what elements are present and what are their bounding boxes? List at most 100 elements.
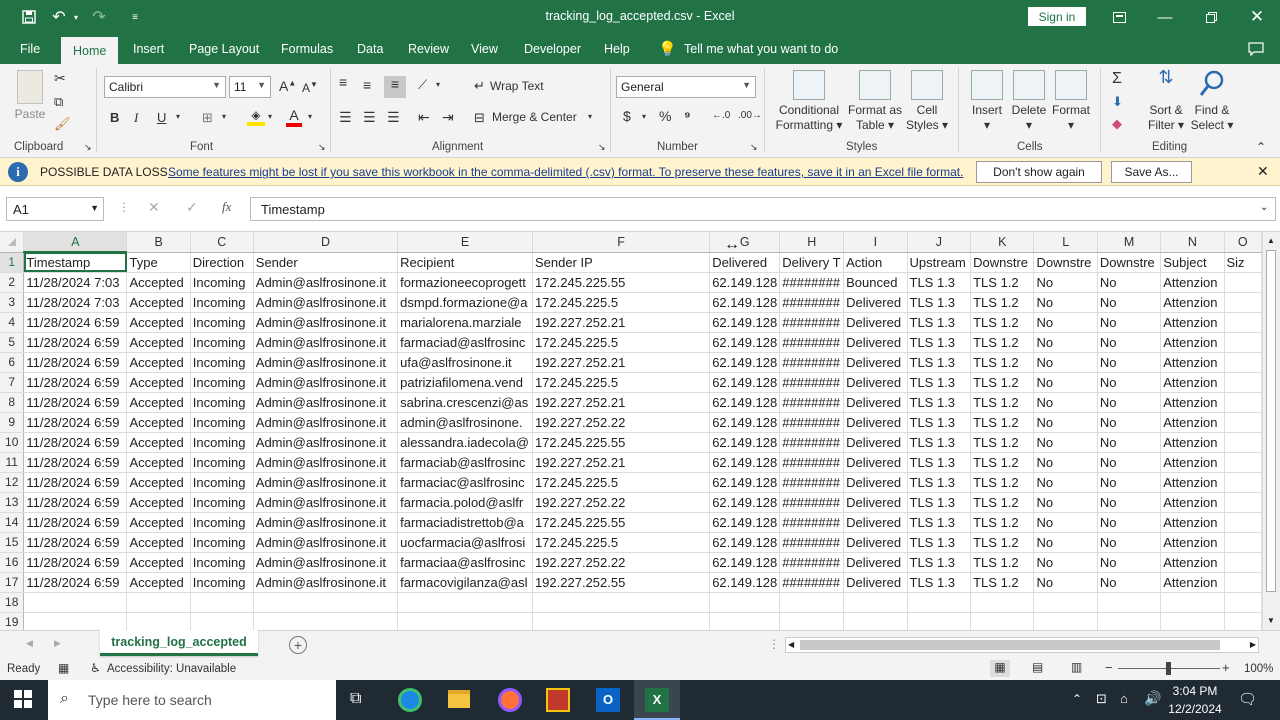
cell-C10[interactable]: Incoming [190, 432, 254, 453]
cell-E11[interactable]: farmaciab@aslfrosinc [397, 452, 533, 473]
horizontal-scrollbar[interactable]: ◀ ▶ [785, 637, 1259, 653]
name-box[interactable]: A1 ▼ [6, 197, 104, 221]
tab-view[interactable]: View [471, 34, 498, 64]
cell-D5[interactable]: Admin@aslfrosinone.it [253, 332, 399, 353]
cell-O9[interactable] [1224, 412, 1262, 433]
cell-N9[interactable]: Attenzion [1160, 412, 1225, 433]
cell-A9[interactable]: 11/28/2024 6:59 [23, 412, 128, 433]
cell-M16[interactable]: No [1097, 552, 1162, 573]
undo-icon[interactable]: ↶ [48, 0, 70, 34]
cell-L11[interactable]: No [1033, 452, 1098, 473]
cell-A16[interactable]: 11/28/2024 6:59 [23, 552, 128, 573]
collapse-ribbon-icon[interactable]: ⌃ [1256, 140, 1266, 154]
copy-icon[interactable]: ⧉ [54, 94, 63, 110]
cell-G13[interactable]: 62.149.128 [709, 492, 781, 513]
cell-G16[interactable]: 62.149.128 [709, 552, 781, 573]
cell-L4[interactable]: No [1033, 312, 1098, 333]
insert-function-icon[interactable]: fx [222, 199, 231, 215]
cell-N10[interactable]: Attenzion [1160, 432, 1225, 453]
save-icon[interactable] [18, 0, 40, 34]
cell-A5[interactable]: 11/28/2024 6:59 [23, 332, 128, 353]
fill-color-icon[interactable]: ◈ [247, 108, 265, 126]
cell-C9[interactable]: Incoming [190, 412, 254, 433]
cell-F7[interactable]: 172.245.225.5 [532, 372, 711, 393]
cell-O17[interactable] [1224, 572, 1262, 593]
row-header[interactable]: 2 [0, 272, 25, 293]
cell-F8[interactable]: 192.227.252.21 [532, 392, 711, 413]
cell-M13[interactable]: No [1097, 492, 1162, 513]
cell-A19[interactable] [23, 612, 128, 630]
cell-B12[interactable]: Accepted [126, 472, 191, 493]
decrease-decimal-icon[interactable]: .00→ [738, 110, 762, 121]
cell-L1[interactable]: Downstre [1033, 252, 1098, 273]
cell-N18[interactable] [1160, 592, 1225, 613]
cell-G15[interactable]: 62.149.128 [709, 532, 781, 553]
scroll-left-icon[interactable]: ◀ [788, 640, 794, 649]
customize-qat-icon[interactable]: ≡ [128, 0, 142, 34]
cell-C5[interactable]: Incoming [190, 332, 254, 353]
cell-O6[interactable] [1224, 352, 1262, 373]
zoom-level[interactable]: 100% [1244, 663, 1273, 675]
firefox-icon[interactable] [498, 688, 522, 712]
cell-B7[interactable]: Accepted [126, 372, 191, 393]
cell-L3[interactable]: No [1033, 292, 1098, 313]
cell-I14[interactable]: Delivered [843, 512, 908, 533]
cell-C3[interactable]: Incoming [190, 292, 254, 313]
cell-F4[interactable]: 192.227.252.21 [532, 312, 711, 333]
sort-filter-button[interactable]: ⇅ Sort & Filter ▾ [1146, 68, 1186, 133]
scroll-right-icon[interactable]: ▶ [1250, 640, 1256, 649]
cell-I12[interactable]: Delivered [843, 472, 908, 493]
cell-H12[interactable]: ######## [779, 472, 845, 493]
undo-dropdown-icon[interactable]: ▾ [70, 0, 82, 34]
cell-A7[interactable]: 11/28/2024 6:59 [23, 372, 128, 393]
cell-F13[interactable]: 192.227.252.22 [532, 492, 711, 513]
cell-L16[interactable]: No [1033, 552, 1098, 573]
tab-help[interactable]: Help [604, 34, 630, 64]
cell-M5[interactable]: No [1097, 332, 1162, 353]
cell-I4[interactable]: Delivered [843, 312, 908, 333]
cell-A10[interactable]: 11/28/2024 6:59 [23, 432, 128, 453]
cell-L17[interactable]: No [1033, 572, 1098, 593]
cell-F14[interactable]: 172.245.225.55 [532, 512, 711, 533]
cell-H3[interactable]: ######## [779, 292, 845, 313]
cell-D12[interactable]: Admin@aslfrosinone.it [253, 472, 399, 493]
cell-D14[interactable]: Admin@aslfrosinone.it [253, 512, 399, 533]
cell-L15[interactable]: No [1033, 532, 1098, 553]
format-as-table-button[interactable]: Format as Table ▾ [846, 70, 904, 133]
column-header-D[interactable]: D [253, 232, 399, 253]
cell-F10[interactable]: 172.245.225.55 [532, 432, 711, 453]
cell-J6[interactable]: TLS 1.3 [907, 352, 972, 373]
expand-formula-bar-icon[interactable]: ⌄ [1260, 202, 1268, 213]
cell-G6[interactable]: 62.149.128 [709, 352, 781, 373]
cell-G1[interactable]: Delivered [709, 252, 781, 273]
cell-O1[interactable]: Siz [1224, 252, 1262, 273]
cell-C2[interactable]: Incoming [190, 272, 254, 293]
cell-O15[interactable] [1224, 532, 1262, 553]
cell-D10[interactable]: Admin@aslfrosinone.it [253, 432, 399, 453]
cell-G17[interactable]: 62.149.128 [709, 572, 781, 593]
file-explorer-icon[interactable] [448, 690, 470, 708]
chevron-down-icon[interactable]: ▾ [176, 112, 180, 121]
enter-icon[interactable]: ✓ [186, 199, 198, 216]
row-header[interactable]: 12 [0, 472, 25, 493]
cell-O16[interactable] [1224, 552, 1262, 573]
cell-N12[interactable]: Attenzion [1160, 472, 1225, 493]
horizontal-scroll-thumb[interactable] [800, 640, 1220, 650]
clock-time[interactable]: 3:04 PM [1168, 684, 1222, 698]
volume-icon[interactable]: 🔊 [1144, 690, 1161, 707]
cell-D6[interactable]: Admin@aslfrosinone.it [253, 352, 399, 373]
row-header[interactable]: 1 [0, 252, 25, 273]
clear-icon[interactable]: ◆ [1112, 116, 1122, 132]
cell-G3[interactable]: 62.149.128 [709, 292, 781, 313]
page-break-view-icon[interactable]: ▥ [1071, 660, 1082, 674]
row-header[interactable]: 11 [0, 452, 25, 473]
column-header-C[interactable]: C [190, 232, 254, 253]
row-header[interactable]: 17 [0, 572, 25, 593]
close-button[interactable]: ✕ [1234, 0, 1280, 34]
cell-E16[interactable]: farmaciaa@aslfrosinc [397, 552, 533, 573]
cell-K12[interactable]: TLS 1.2 [970, 472, 1035, 493]
cell-E19[interactable] [397, 612, 533, 630]
row-header[interactable]: 19 [0, 612, 25, 630]
cell-K2[interactable]: TLS 1.2 [970, 272, 1035, 293]
cell-E13[interactable]: farmacia.polod@aslfr [397, 492, 533, 513]
